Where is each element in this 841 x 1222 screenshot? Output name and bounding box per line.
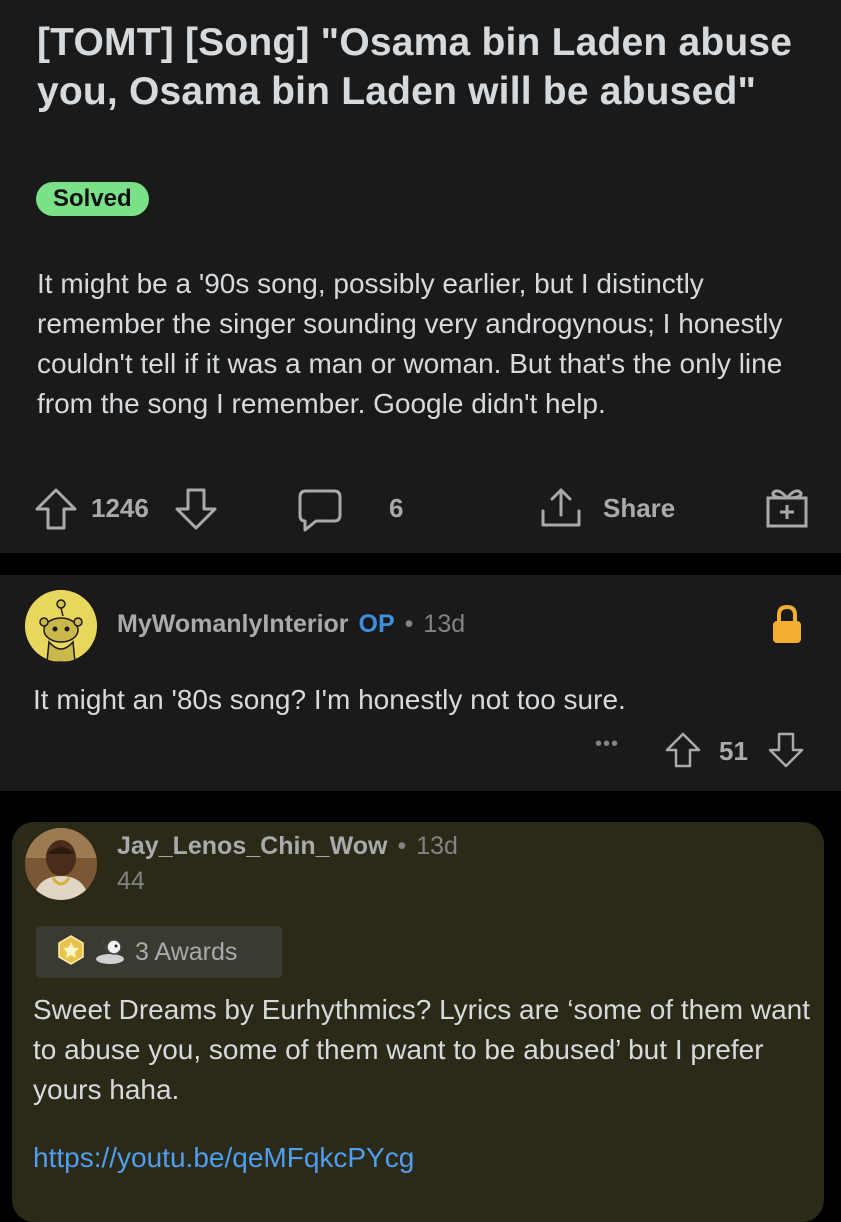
- comment-meta: Jay_Lenos_Chin_Wow • 13d: [117, 832, 458, 861]
- award-icon: [94, 935, 126, 970]
- avatar[interactable]: [25, 590, 97, 662]
- comment-meta: MyWomanlyInterior OP • 13d: [117, 610, 465, 639]
- op-badge: OP: [358, 610, 395, 638]
- separator: •: [397, 832, 407, 860]
- awards-badge[interactable]: 3 Awards: [36, 926, 282, 978]
- separator: •: [404, 610, 414, 638]
- comment-vote-count: 51: [719, 736, 748, 766]
- post-upvote-icon[interactable]: [33, 486, 79, 532]
- post-title[interactable]: [TOMT] [Song] "Osama bin Laden abuse you…: [37, 18, 807, 116]
- comment-text: It might an '80s song? I'm honestly not …: [33, 684, 626, 715]
- comment-text: Sweet Dreams by Eurhythmics? Lyrics are …: [33, 994, 811, 1105]
- comment-icon[interactable]: [296, 487, 344, 533]
- comment-downvote-icon[interactable]: [767, 731, 805, 769]
- more-icon[interactable]: •••: [595, 733, 619, 756]
- post-comment-count: 6: [389, 493, 404, 523]
- share-icon[interactable]: [538, 485, 584, 531]
- post-vote-count: 1246: [91, 493, 149, 523]
- comment-upvote-icon[interactable]: [664, 731, 702, 769]
- username[interactable]: Jay_Lenos_Chin_Wow: [117, 832, 387, 861]
- youtube-link[interactable]: https://youtu.be/qeMFqkcPYcg: [33, 1142, 414, 1174]
- awards-label: 3 Awards: [135, 937, 238, 966]
- username[interactable]: MyWomanlyInterior: [117, 610, 349, 639]
- avatar[interactable]: [25, 828, 97, 900]
- comment-age: 13d: [416, 832, 458, 860]
- post-body: It might be a '90s song, possibly earlie…: [37, 268, 783, 419]
- comment-age: 13d: [423, 610, 466, 638]
- user-flair-number: 44: [117, 867, 145, 895]
- post-card: [TOMT] [Song] "Osama bin Laden abuse you…: [0, 0, 841, 553]
- lock-icon: [771, 604, 803, 644]
- share-button[interactable]: Share: [603, 493, 675, 524]
- gift-icon[interactable]: [764, 485, 810, 531]
- post-downvote-icon[interactable]: [173, 486, 219, 532]
- solved-flair[interactable]: Solved: [36, 182, 149, 216]
- award-icon: [56, 934, 86, 970]
